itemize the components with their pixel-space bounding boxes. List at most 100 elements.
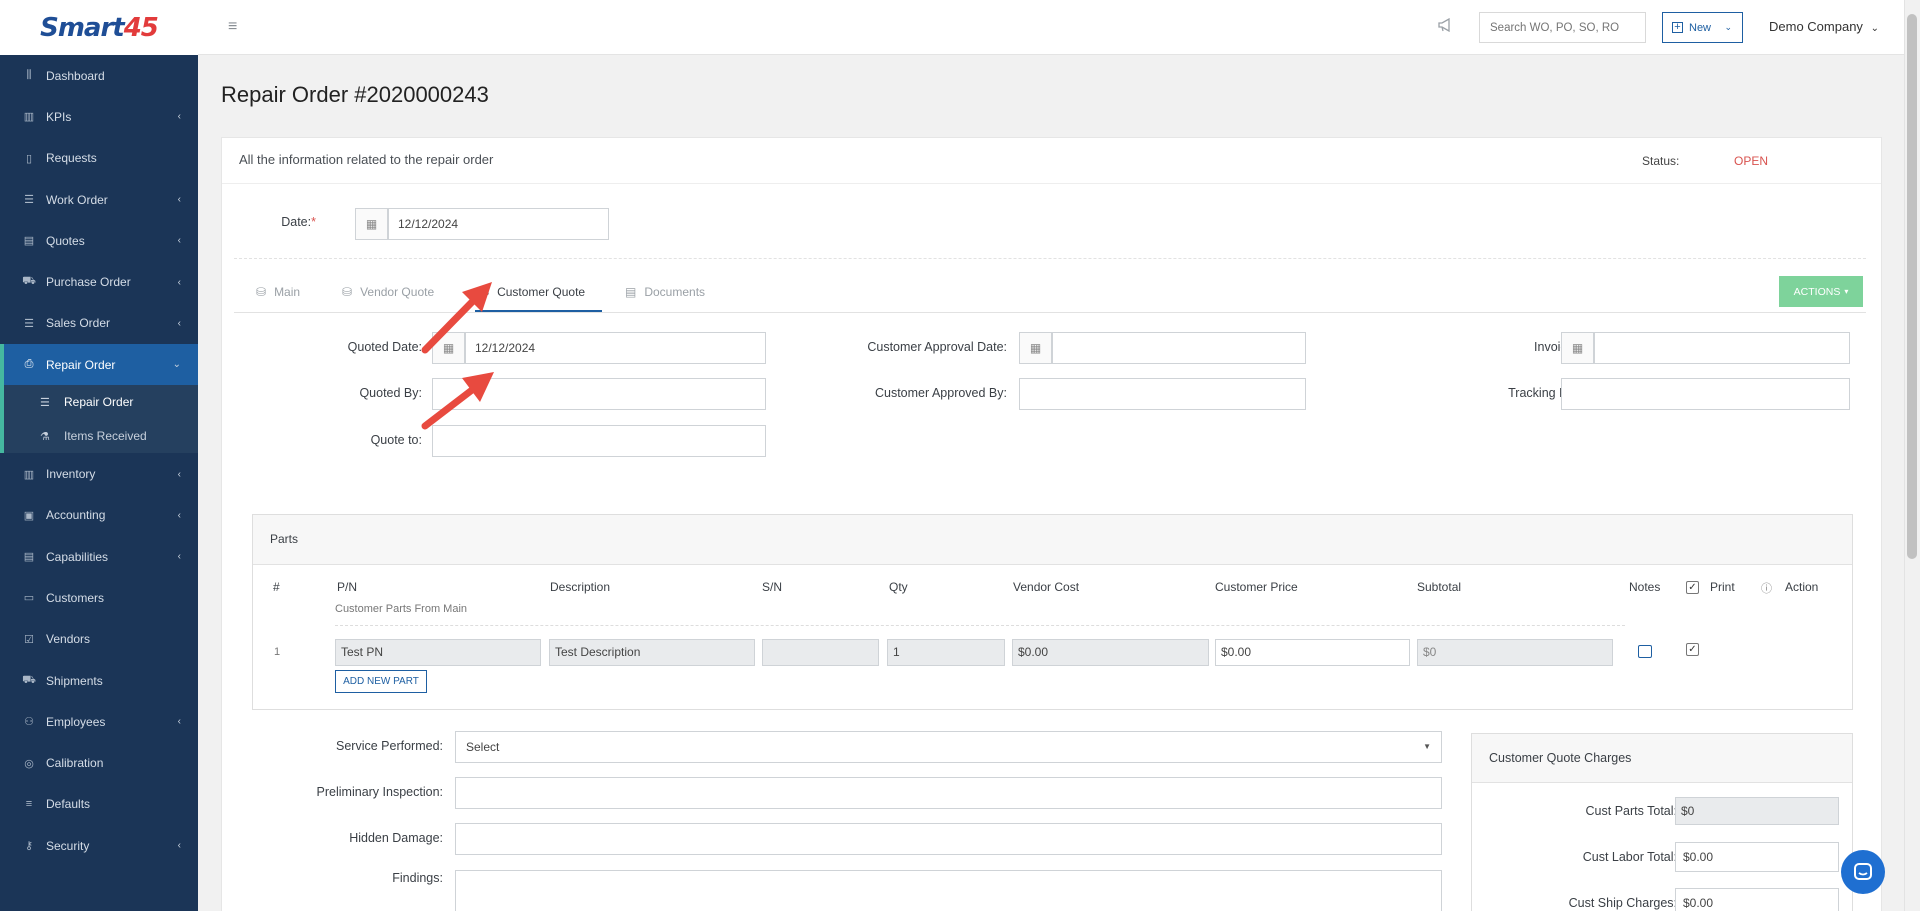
cust-parts-total-field: $0 <box>1675 797 1839 825</box>
col-header-pn: P/N <box>337 580 358 594</box>
hidden-damage-label: Hidden Damage: <box>349 831 443 845</box>
col-header-notes: Notes <box>1629 580 1661 594</box>
tab-documents[interactable]: ▤ Documents <box>625 285 705 299</box>
tab-main[interactable]: ⛁ Main <box>256 285 300 299</box>
col-header-print: Print <box>1710 580 1735 594</box>
new-label: New <box>1689 21 1712 34</box>
logo[interactable]: Smart45 <box>0 0 198 55</box>
customer-approval-date-field[interactable] <box>1052 332 1306 364</box>
sidebar-item-label: Employees <box>46 714 106 729</box>
chevron-left-icon: ‹ <box>177 235 181 247</box>
print-row-checkbox[interactable]: ✓ <box>1686 643 1699 656</box>
sidebar-item-repair-order[interactable]: ⎙ Repair Order ⌄ <box>0 344 198 386</box>
sidebar-item-customers[interactable]: ▭ Customers <box>0 577 198 618</box>
chat-widget-button[interactable] <box>1841 850 1885 894</box>
quoted-by-label: Quoted By: <box>359 386 422 400</box>
cust-parts-total-label: Cust Parts Total: <box>1585 804 1677 818</box>
printer-icon: ⎙ <box>24 358 34 371</box>
submenu-item-repair-order[interactable]: ☰ Repair Order <box>4 385 198 419</box>
col-header-vendor-cost: Vendor Cost <box>1013 580 1080 594</box>
sidebar-item-defaults[interactable]: ≡ Defaults <box>0 784 198 825</box>
tab-vendor-quote[interactable]: ⛁ Vendor Quote <box>342 285 434 299</box>
chevron-left-icon: ‹ <box>177 194 181 206</box>
briefcase-icon: ▭ <box>23 592 35 605</box>
sidebar-item-accounting[interactable]: ▣ Accounting ‹ <box>0 495 198 536</box>
sidebar-item-employees[interactable]: ⚇ Employees ‹ <box>0 701 198 742</box>
sidebar-item-shipments[interactable]: ⛟ Shipments <box>0 660 198 701</box>
calendar-icon[interactable]: ▦ <box>355 208 388 240</box>
tracking-number-field[interactable] <box>1561 378 1850 410</box>
customer-approved-by-field[interactable] <box>1019 378 1306 410</box>
database-icon: ⛁ <box>256 285 267 299</box>
invoice-date-field[interactable] <box>1594 332 1850 364</box>
hidden-damage-field[interactable] <box>455 823 1442 855</box>
part-vendor-cost-field[interactable]: $0.00 <box>1012 639 1209 666</box>
sidebar-item-capabilities[interactable]: ▤ Capabilities ‹ <box>0 536 198 577</box>
date-field[interactable]: 12/12/2024 <box>388 208 609 240</box>
chevron-down-icon: ⌄ <box>172 359 181 371</box>
calendar-icon[interactable]: ▦ <box>1561 332 1594 364</box>
part-qty-field[interactable]: 1 <box>887 639 1005 666</box>
scrollbar-thumb[interactable] <box>1907 14 1917 559</box>
part-description-field[interactable]: Test Description <box>549 639 755 666</box>
chevron-left-icon: ‹ <box>177 509 181 521</box>
cust-ship-charges-field[interactable]: $0.00 <box>1675 888 1839 911</box>
service-performed-value: Select <box>466 740 500 754</box>
col-header-num: # <box>273 580 280 594</box>
submenu-item-items-received[interactable]: ⚗ Items Received <box>4 419 198 453</box>
sidebar-item-vendors[interactable]: ☑ Vendors <box>0 619 198 660</box>
sidebar-item-inventory[interactable]: ▥ Inventory ‹ <box>0 453 198 494</box>
sidebar-item-security[interactable]: ⚷ Security ‹ <box>0 825 198 866</box>
cust-labor-total-field[interactable]: $0.00 <box>1675 842 1839 872</box>
sidebar-item-requests[interactable]: ▯ Requests <box>0 138 198 179</box>
sidebar-item-work-order[interactable]: ☰ Work Order ‹ <box>0 179 198 220</box>
actions-label: ACTIONS <box>1793 285 1841 298</box>
cart-icon: ⛟ <box>22 275 36 288</box>
page-scrollbar[interactable] <box>1904 0 1920 911</box>
calendar-icon[interactable]: ▦ <box>1019 332 1052 364</box>
search-input[interactable] <box>1479 12 1646 43</box>
quote-to-field[interactable] <box>432 425 766 457</box>
tab-vendor-quote-label: Vendor Quote <box>360 285 435 299</box>
col-header-description: Description <box>550 580 611 594</box>
cust-ship-charges-label: Cust Ship Charges: <box>1568 896 1677 910</box>
sidebar-item-label: KPIs <box>46 109 72 124</box>
part-sn-field[interactable] <box>762 639 879 666</box>
megaphone-icon[interactable] <box>1438 17 1454 35</box>
actions-button[interactable]: ACTIONS ▾ <box>1779 276 1863 307</box>
sidebar-item-label: Sales Order <box>46 316 111 331</box>
sidebar-item-label: Dashboard <box>46 68 105 83</box>
info-icon[interactable]: ⓘ <box>1761 580 1772 596</box>
quoted-by-field[interactable] <box>432 378 766 410</box>
tab-customer-quote[interactable]: ⛁ Customer Quote <box>479 285 585 299</box>
part-customer-price-field[interactable]: $0.00 <box>1215 639 1410 666</box>
status-badge: OPEN <box>1734 154 1769 168</box>
hamburger-menu-icon[interactable]: ≡ <box>228 18 237 36</box>
sidebar-item-purchase-order[interactable]: ⛟ Purchase Order ‹ <box>0 261 198 302</box>
quoted-date-label: Quoted Date: <box>347 340 422 354</box>
sidebar-item-kpis[interactable]: ▥ KPIs ‹ <box>0 96 198 137</box>
sidebar-item-label: Purchase Order <box>46 275 131 290</box>
print-all-checkbox[interactable]: ✓ <box>1686 581 1699 594</box>
add-new-part-button[interactable]: ADD NEW PART <box>335 670 427 693</box>
new-button[interactable]: + New ⌄ <box>1662 12 1743 43</box>
sidebar-item-label: Shipments <box>46 673 103 688</box>
findings-label: Findings: <box>392 871 443 885</box>
plus-square-icon: + <box>1672 22 1683 33</box>
preliminary-inspection-field[interactable] <box>455 777 1442 809</box>
bar-chart-icon: ▥ <box>23 111 35 124</box>
sidebar-item-label: Work Order <box>46 192 108 207</box>
company-dropdown[interactable]: Demo Company ⌄ <box>1769 19 1879 34</box>
calendar-icon[interactable]: ▦ <box>432 332 465 364</box>
sidebar-item-sales-order[interactable]: ☰ Sales Order ‹ <box>0 303 198 344</box>
status-label: Status: <box>1642 154 1680 168</box>
sidebar-item-label: Calibration <box>46 756 104 771</box>
quoted-date-field[interactable]: 12/12/2024 <box>465 332 766 364</box>
sidebar-item-quotes[interactable]: ▤ Quotes ‹ <box>0 220 198 261</box>
sidebar-item-dashboard[interactable]: ⫼ Dashboard <box>0 55 198 96</box>
note-icon[interactable] <box>1638 645 1652 658</box>
sidebar-item-calibration[interactable]: ◎ Calibration <box>0 742 198 783</box>
service-performed-select[interactable]: Select ▼ <box>455 731 1442 763</box>
findings-field[interactable] <box>455 870 1442 911</box>
part-pn-field[interactable]: Test PN <box>335 639 541 666</box>
